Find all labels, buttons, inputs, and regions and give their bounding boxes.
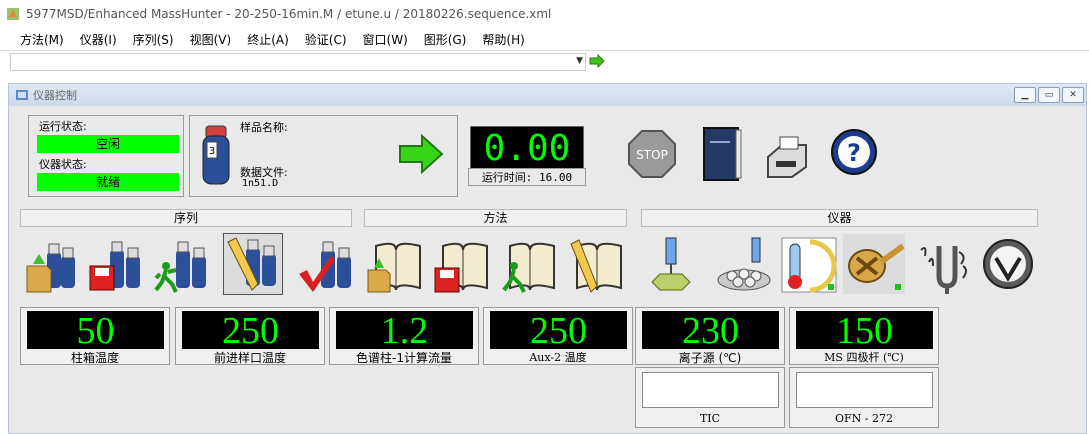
ms-quad-temp-value: 150 xyxy=(836,310,893,352)
data-file-value: 1n51.D xyxy=(242,178,279,189)
oven-temp-screen: 50 xyxy=(27,310,164,352)
instrument-state-label: 仪器状态: xyxy=(39,158,87,171)
menu-abort[interactable]: 终止(A) xyxy=(247,31,289,48)
mdi-title-bar: 仪器控制 xyxy=(9,84,1086,106)
instrument-state-value: 就绪 xyxy=(37,173,179,191)
tic-plot[interactable] xyxy=(642,372,779,408)
go-arrow-icon[interactable] xyxy=(589,54,605,68)
tune-icon[interactable] xyxy=(915,236,971,294)
menu-bar: 方法(M) 仪器(I) 序列(S) 视图(V) 终止(A) 验证(C) 窗口(W… xyxy=(0,28,1089,50)
chevron-down-icon[interactable]: ▼ xyxy=(576,56,583,66)
app-icon xyxy=(7,8,19,20)
ion-source-temp-gauge: 230 离子源 (℃) xyxy=(635,307,785,365)
stop-icon[interactable]: STOP xyxy=(627,129,677,179)
aux2-temp-value: 250 xyxy=(530,310,587,352)
vial-number: 3 xyxy=(209,146,215,157)
edit-method-icon[interactable] xyxy=(567,236,625,294)
ms-quad-temp-label: MS 四极杆 (℃) xyxy=(824,351,904,364)
sample-panel: 3 样品名称: 数据文件: 1n51.D xyxy=(189,115,458,197)
printer-icon[interactable] xyxy=(762,131,812,181)
injector-icon[interactable] xyxy=(646,236,696,294)
menu-window[interactable]: 窗口(W) xyxy=(363,31,408,48)
logbook-icon[interactable] xyxy=(696,124,746,184)
close-button[interactable]: ✕ xyxy=(1062,87,1084,103)
restore-button[interactable]: ▭ xyxy=(1038,87,1060,103)
run-sequence-icon[interactable] xyxy=(154,236,210,294)
ms-quad-temp-screen: 150 xyxy=(796,310,933,352)
ofn-label: OFN - 272 xyxy=(835,412,893,425)
column-flow-gauge: 1.2 色谱柱-1计算流量 xyxy=(329,307,479,365)
title-bar: 5977MSD/Enhanced MassHunter - 20-250-16m… xyxy=(0,0,1089,28)
start-run-arrow-icon[interactable] xyxy=(398,134,444,174)
ofn-monitor: OFN - 272 xyxy=(789,367,939,428)
validate-sequence-icon[interactable] xyxy=(297,236,355,294)
menu-validate[interactable]: 验证(C) xyxy=(305,31,347,48)
vacuum-gauge-icon[interactable] xyxy=(982,238,1034,290)
aux2-temp-screen: 250 xyxy=(490,310,627,352)
run-time-label: 运行时间: 16.00 xyxy=(468,168,586,186)
section-method: 方法 xyxy=(364,209,627,227)
menu-method[interactable]: 方法(M) xyxy=(20,31,64,48)
save-method-icon[interactable] xyxy=(433,236,491,294)
help-glyph: ? xyxy=(847,139,861,167)
edit-sequence-icon xyxy=(227,237,276,291)
ion-source-icon[interactable] xyxy=(843,234,905,294)
vial-icon: 3 xyxy=(202,125,230,185)
section-sequence: 序列 xyxy=(20,209,352,227)
tic-label: TIC xyxy=(699,412,721,425)
front-inlet-temp-value: 250 xyxy=(222,310,279,352)
ofn-plot[interactable] xyxy=(796,372,933,408)
mdi-title: 仪器控制 xyxy=(33,89,77,102)
window-buttons: ▁ ▭ ✕ xyxy=(1014,87,1084,103)
oven-temp-label: 柱箱温度 xyxy=(70,351,119,365)
aux2-temp-label: Aux-2 温度 xyxy=(529,351,587,364)
command-combo[interactable]: ▼ xyxy=(10,53,586,71)
run-state-value: 空闲 xyxy=(37,135,179,153)
edit-sequence-button[interactable] xyxy=(223,233,283,295)
window-title: 5977MSD/Enhanced MassHunter - 20-250-16m… xyxy=(26,7,552,21)
column-flow-screen: 1.2 xyxy=(336,310,473,352)
run-state-label: 运行状态: xyxy=(39,120,87,133)
aux2-temp-gauge: 250 Aux-2 温度 xyxy=(483,307,633,365)
menu-view[interactable]: 视图(V) xyxy=(190,31,232,48)
status-panel: 运行状态: 空闲 仪器状态: 就绪 xyxy=(28,115,184,197)
help-icon[interactable]: ? xyxy=(829,127,879,177)
run-time-value: 0.00 xyxy=(483,128,571,169)
tic-monitor: TIC xyxy=(635,367,785,428)
ion-source-temp-label: 离子源 (℃) xyxy=(678,351,742,365)
load-sequence-icon[interactable] xyxy=(25,236,77,294)
menu-sequence[interactable]: 序列(S) xyxy=(133,31,174,48)
menu-graphics[interactable]: 图形(G) xyxy=(424,31,467,48)
ms-quad-temp-gauge: 150 MS 四极杆 (℃) xyxy=(789,307,939,365)
front-inlet-temp-screen: 250 xyxy=(182,310,319,352)
front-inlet-temp-gauge: 250 前进样口温度 xyxy=(175,307,325,365)
oven-temp-gauge: 50 柱箱温度 xyxy=(20,307,170,365)
oven-temperature-icon[interactable] xyxy=(780,236,838,294)
run-method-icon[interactable] xyxy=(500,236,558,294)
stop-label: STOP xyxy=(636,148,668,162)
minimize-button[interactable]: ▁ xyxy=(1014,87,1036,103)
sample-name-label: 样品名称: xyxy=(240,121,288,134)
oven-temp-value: 50 xyxy=(76,310,115,352)
menu-instrument[interactable]: 仪器(I) xyxy=(80,31,117,48)
ion-source-temp-screen: 230 xyxy=(642,310,779,352)
ion-source-temp-value: 230 xyxy=(682,310,739,352)
instrument-window-icon xyxy=(16,90,28,100)
save-sequence-icon[interactable] xyxy=(88,236,144,294)
menu-help[interactable]: 帮助(H) xyxy=(482,31,524,48)
column-flow-value: 1.2 xyxy=(380,310,429,352)
load-method-icon[interactable] xyxy=(366,236,424,294)
column-flow-label: 色谱柱-1计算流量 xyxy=(356,351,452,365)
front-inlet-temp-label: 前进样口温度 xyxy=(213,351,286,365)
section-instrument: 仪器 xyxy=(641,209,1038,227)
autosampler-icon[interactable] xyxy=(714,236,774,294)
